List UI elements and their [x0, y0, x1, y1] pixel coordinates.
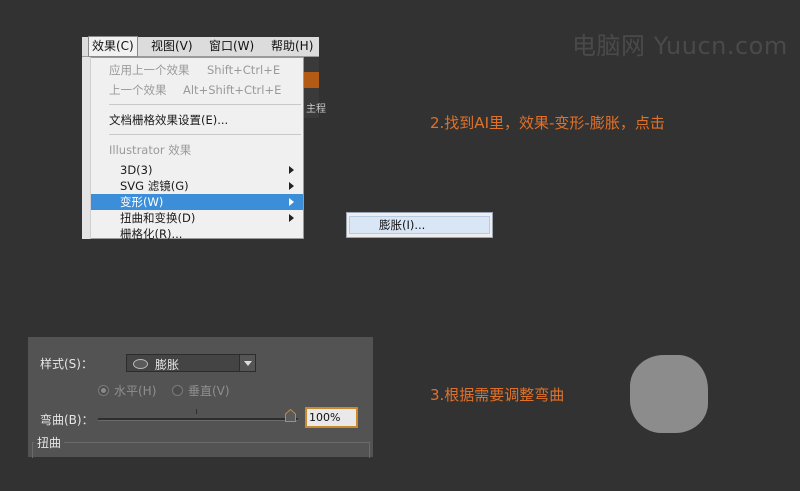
menu-item-warp[interactable]: 变形(W) [83, 194, 303, 210]
menu-item-rasterize[interactable]: 栅格化(R)... [83, 226, 303, 242]
horizontal-label: 水平(H) [114, 384, 157, 398]
menu-item-label: SVG 滤镜(G) [120, 179, 189, 193]
vertical-radio[interactable] [172, 385, 183, 396]
menu-item-svg-filters[interactable]: SVG 滤镜(G) [83, 178, 303, 194]
watermark: 电脑网 Yuucn.com [572, 32, 788, 60]
menu-item-apply-last: 应用上一个效果 Shift+Ctrl+E [83, 62, 303, 78]
background-highlight [304, 72, 319, 88]
submenu-arrow-icon [289, 182, 294, 190]
menu-item-label: 应用上一个效果 [109, 63, 190, 77]
menu-item-label: 扭曲和变换(D) [120, 211, 196, 225]
horizontal-radio[interactable] [98, 385, 109, 396]
menu-window[interactable]: 窗口(W) [209, 37, 254, 56]
dropdown-arrow-icon[interactable] [239, 355, 255, 371]
menu-item-3d[interactable]: 3D(3) [83, 162, 303, 178]
menu-section-label: Illustrator 效果 [109, 143, 192, 157]
warp-submenu: 膨胀(I)... [346, 212, 493, 238]
bend-value-field[interactable]: 100% [305, 407, 358, 428]
bend-label: 弯曲(B)： [40, 413, 94, 427]
menu-section-header: Illustrator 效果 [83, 142, 303, 158]
slider-thumb-icon[interactable] [285, 409, 296, 422]
effect-menu: 应用上一个效果 Shift+Ctrl+E 上一个效果 Alt+Shift+Ctr… [82, 57, 304, 242]
style-label: 样式(S)： [40, 357, 93, 371]
menu-item-label: 变形(W) [120, 195, 164, 209]
menu-item-raster-settings[interactable]: 文档栅格效果设置(E)... [83, 112, 303, 128]
bulge-shape-icon [133, 359, 148, 369]
submenu-item-label: 膨胀(I)... [379, 218, 426, 232]
menu-separator [109, 104, 301, 105]
warp-options-dialog: 样式(S)： 膨胀 水平(H) 垂直(V) 弯曲(B)： 100% 扭曲 [28, 337, 373, 458]
menu-item-label: 文档栅格效果设置(E)... [109, 113, 229, 127]
menu-view[interactable]: 视图(V) [151, 37, 193, 56]
menu-item-label: 上一个效果 [109, 83, 167, 97]
bend-slider-track[interactable] [98, 418, 298, 421]
menu-item-last-effect: 上一个效果 Alt+Shift+Ctrl+E [83, 82, 303, 98]
bulged-shape-preview [630, 355, 708, 433]
submenu-arrow-icon [289, 198, 294, 206]
menubar: 效果(C) 视图(V) 窗口(W) 帮助(H) [82, 36, 319, 57]
submenu-arrow-icon [289, 214, 294, 222]
background-text: 主程 [306, 104, 326, 115]
menu-help[interactable]: 帮助(H) [271, 37, 313, 56]
menu-item-shortcut: Alt+Shift+Ctrl+E [183, 83, 282, 97]
slider-center-tick [196, 409, 197, 414]
menu-separator [109, 134, 301, 135]
submenu-arrow-icon [289, 166, 294, 174]
menu-item-shortcut: Shift+Ctrl+E [207, 63, 281, 77]
vertical-label: 垂直(V) [188, 384, 230, 398]
distort-group [32, 442, 370, 458]
menu-icon-column [82, 57, 91, 239]
step-3-text: 3.根据需要调整弯曲 [430, 386, 565, 404]
menu-item-label: 3D(3) [120, 163, 153, 177]
step-2-text: 2.找到AI里，效果-变形-膨胀，点击 [430, 114, 665, 132]
menu-effect[interactable]: 效果(C) [88, 36, 138, 57]
menu-item-distort-transform[interactable]: 扭曲和变换(D) [83, 210, 303, 226]
style-select[interactable]: 膨胀 [126, 354, 256, 372]
menu-item-label: 栅格化(R)... [120, 227, 183, 241]
style-value: 膨胀 [155, 358, 180, 372]
distort-label: 扭曲 [34, 434, 65, 451]
